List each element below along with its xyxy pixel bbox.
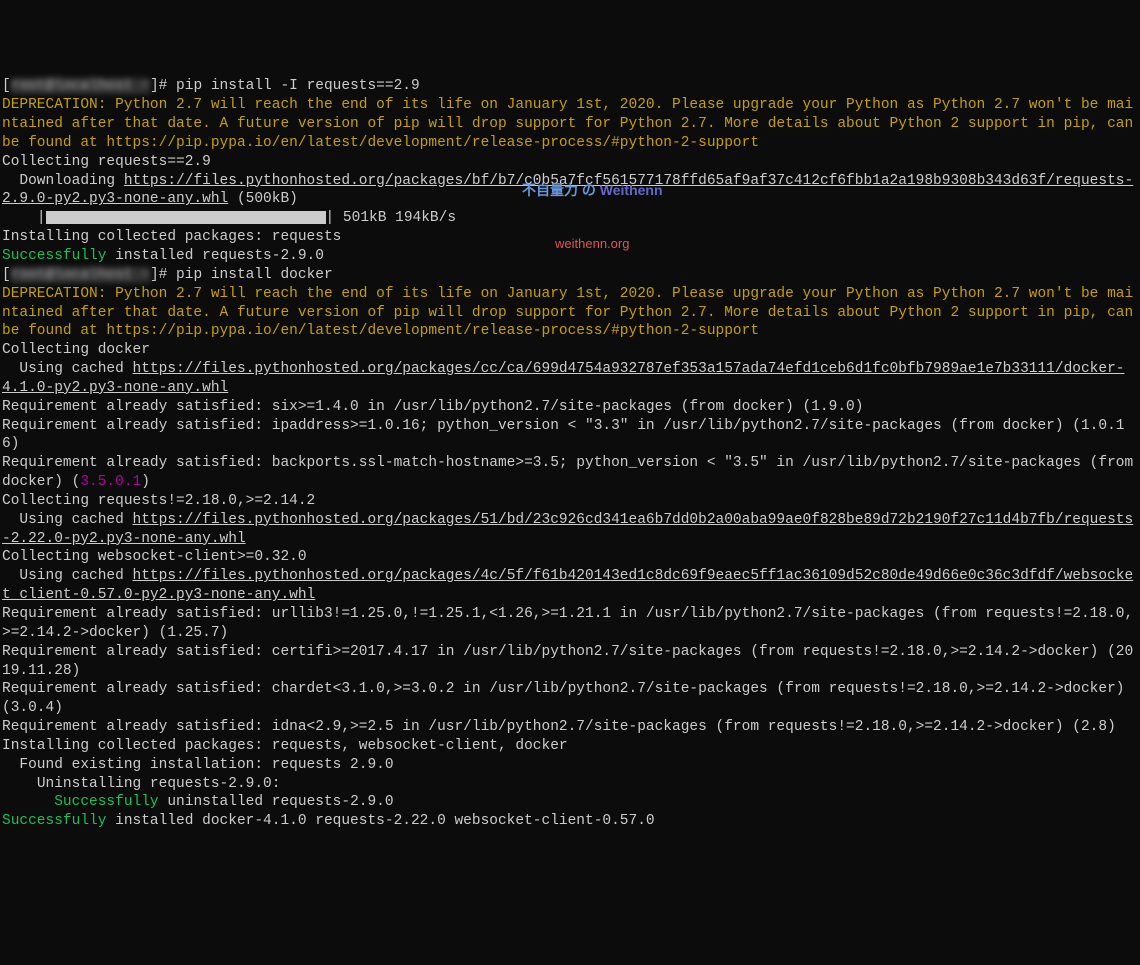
collecting-websocket: Collecting websocket-client>=0.32.0 (2, 549, 307, 565)
backports-version: 3.5.0.1 (80, 474, 141, 490)
requests-2220-url[interactable]: https://files.pythonhosted.org/packages/… (2, 512, 1133, 547)
req-backports: Requirement already satisfied: backports… (2, 455, 1140, 490)
docker-url[interactable]: https://files.pythonhosted.org/packages/… (2, 361, 1125, 396)
installing-docker: Installing collected packages: requests,… (2, 738, 568, 754)
uninstalling: Uninstalling requests-2.9.0: (2, 776, 280, 792)
uninstalled-line: Successfully uninstalled requests-2.9.0 (2, 794, 394, 810)
terminal-output: [root@localhost ~]# pip install -I reque… (2, 77, 1138, 831)
command-2: pip install docker (176, 267, 333, 283)
success-requests-line: Successfully installed requests-2.9.0 (2, 248, 324, 264)
cached-requests-line: Using cached https://files.pythonhosted.… (2, 512, 1133, 547)
successfully-label-1: Successfully (2, 248, 106, 264)
successfully-label-2: Successfully (54, 794, 158, 810)
success-docker-line: Successfully installed docker-4.1.0 requ… (2, 813, 655, 829)
obscured-host-2: root@localhost ~ (11, 267, 150, 283)
req-ipaddress: Requirement already satisfied: ipaddress… (2, 418, 1124, 453)
cached-websocket-line: Using cached https://files.pythonhosted.… (2, 568, 1133, 603)
requests-29-url[interactable]: https://files.pythonhosted.org/packages/… (2, 173, 1133, 208)
req-chardet: Requirement already satisfied: chardet<3… (2, 681, 1133, 716)
websocket-url[interactable]: https://files.pythonhosted.org/packages/… (2, 568, 1133, 603)
cached-docker-line: Using cached https://files.pythonhosted.… (2, 361, 1125, 396)
req-urllib3: Requirement already satisfied: urllib3!=… (2, 606, 1133, 641)
progress-bar-icon (46, 211, 326, 224)
progress-line: || 501kB 194kB/s (2, 210, 456, 226)
found-existing: Found existing installation: requests 2.… (2, 757, 394, 773)
collecting-docker: Collecting docker (2, 342, 150, 358)
prompt-line-1: [root@localhost ~]# pip install -I reque… (2, 78, 420, 94)
installing-requests: Installing collected packages: requests (2, 229, 341, 245)
req-six: Requirement already satisfied: six>=1.4.… (2, 399, 863, 415)
req-idna: Requirement already satisfied: idna<2.9,… (2, 719, 1116, 735)
command-1: pip install -I requests==2.9 (176, 78, 420, 94)
collecting-requests-2: Collecting requests!=2.18.0,>=2.14.2 (2, 493, 315, 509)
obscured-host-1: root@localhost ~ (11, 78, 150, 94)
deprecation-warning-2: DEPRECATION: Python 2.7 will reach the e… (2, 286, 1140, 340)
successfully-label-3: Successfully (2, 813, 106, 829)
deprecation-warning-1: DEPRECATION: Python 2.7 will reach the e… (2, 97, 1140, 151)
req-certifi: Requirement already satisfied: certifi>=… (2, 644, 1133, 679)
prompt-line-2: [root@localhost ~]# pip install docker (2, 267, 333, 283)
collecting-requests: Collecting requests==2.9 (2, 154, 211, 170)
downloading-line: Downloading https://files.pythonhosted.o… (2, 173, 1133, 208)
